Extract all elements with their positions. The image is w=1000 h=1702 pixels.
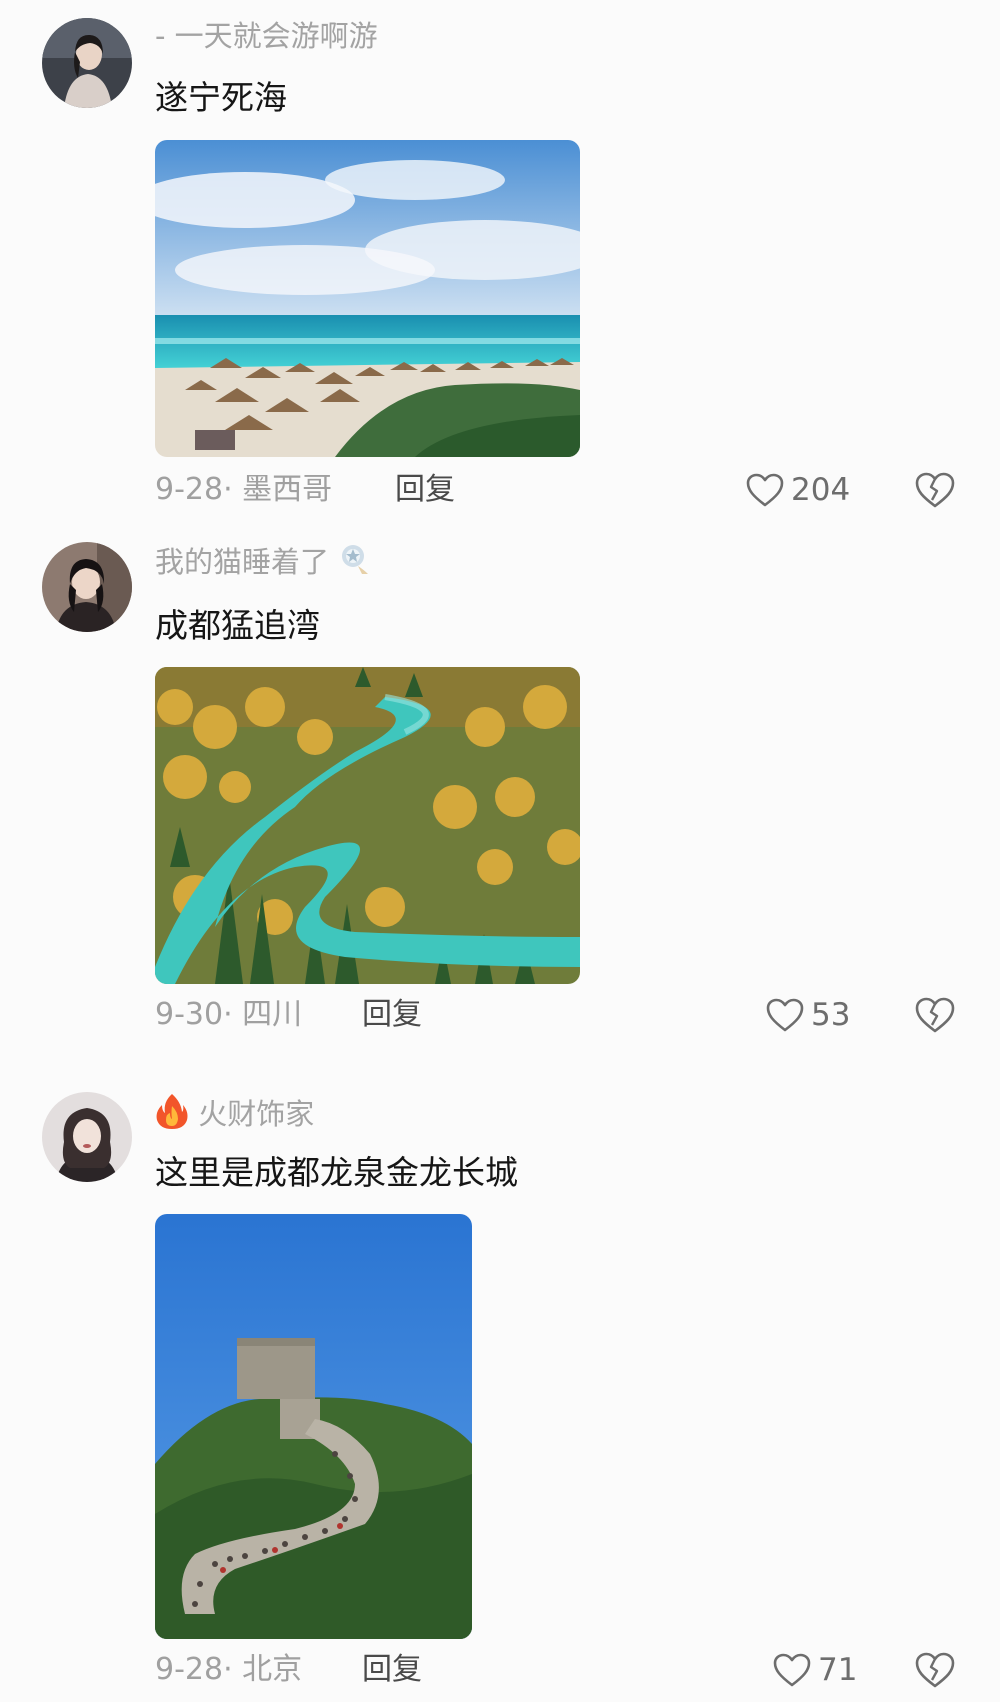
user-avatar-image — [42, 18, 132, 108]
avatar[interactable] — [42, 18, 132, 108]
comment-meta: 9-28· 北京 — [155, 1652, 303, 1687]
username[interactable]: 我的猫睡着了 — [155, 542, 372, 586]
comment-date: 9-30 — [155, 997, 224, 1032]
username[interactable]: - 一天就会游啊游 — [155, 16, 378, 56]
dislike-button[interactable] — [914, 995, 956, 1035]
comment-photo[interactable] — [155, 1214, 472, 1639]
username[interactable]: 火财饰家 — [155, 1092, 314, 1140]
like-count: 71 — [818, 1652, 858, 1688]
fire-icon — [155, 1092, 189, 1140]
broken-heart-icon — [915, 472, 955, 508]
comment-item: - 一天就会游啊游 遂宁死海 9-28· 墨西哥 回复 204 — [0, 0, 1000, 510]
like-button[interactable]: 71 — [772, 1650, 857, 1690]
broken-heart-icon — [915, 997, 955, 1033]
username-text: 我的猫睡着了 — [155, 545, 330, 579]
username-text: 火财饰家 — [198, 1097, 315, 1131]
great-wall-photo — [155, 1214, 472, 1639]
avatar[interactable] — [42, 1092, 132, 1182]
comment-meta: 9-30· 四川 — [155, 997, 303, 1032]
comment-meta: 9-28· 墨西哥 — [155, 472, 333, 507]
like-button[interactable]: 53 — [765, 995, 850, 1035]
comment-text: 这里是成都龙泉金龙长城 — [155, 1153, 518, 1192]
comment-location: 墨西哥 — [242, 472, 333, 507]
heart-icon — [766, 998, 804, 1032]
user-avatar-image — [42, 542, 132, 632]
comment-text: 成都猛追湾 — [155, 606, 320, 645]
reply-button[interactable]: 回复 — [362, 995, 422, 1035]
comment-date: 9-28 — [155, 1652, 224, 1687]
dislike-button[interactable] — [914, 470, 956, 510]
fan-badge-icon — [338, 542, 372, 586]
reply-button[interactable]: 回复 — [362, 1650, 422, 1690]
dislike-button[interactable] — [914, 1650, 956, 1690]
avatar[interactable] — [42, 542, 132, 632]
comment-date: 9-28 — [155, 472, 224, 507]
comment-text: 遂宁死海 — [155, 78, 287, 117]
comment-photo[interactable] — [155, 667, 580, 984]
comment-photo[interactable] — [155, 140, 580, 457]
comment-location: 北京 — [242, 1652, 303, 1687]
like-count: 204 — [791, 472, 851, 508]
heart-icon — [746, 473, 784, 507]
river-photo — [155, 667, 580, 984]
like-count: 53 — [811, 997, 851, 1033]
reply-button[interactable]: 回复 — [395, 470, 455, 510]
comment-item: 我的猫睡着了 成都猛追湾 9-30· 四川 回复 53 — [0, 530, 1000, 1040]
broken-heart-icon — [915, 1652, 955, 1688]
beach-photo — [155, 140, 580, 457]
comment-location: 四川 — [242, 997, 303, 1032]
like-button[interactable]: 204 — [745, 470, 850, 510]
heart-icon — [773, 1653, 811, 1687]
comment-item: 火财饰家 这里是成都龙泉金龙长城 9-28· 北京 回复 71 — [0, 1080, 1000, 1702]
user-avatar-image — [42, 1092, 132, 1182]
